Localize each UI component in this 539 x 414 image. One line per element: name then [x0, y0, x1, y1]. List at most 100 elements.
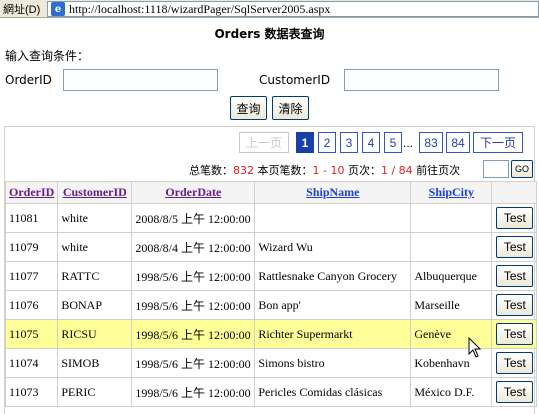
cell-customerid: SIMOB: [57, 348, 133, 378]
clear-button[interactable]: 清除: [272, 96, 309, 120]
sort-link-shipcity[interactable]: ShipCity: [429, 185, 474, 199]
cell-customerid: white: [57, 232, 133, 262]
column-header-orderid[interactable]: OrderID: [4, 181, 59, 204]
pager-page-4[interactable]: 4: [362, 132, 380, 153]
page-value: 1 / 84: [380, 164, 413, 177]
address-url[interactable]: http://localhost:1118/wizardPager/SqlSer…: [69, 2, 330, 17]
pager-prev[interactable]: 上一页: [239, 132, 289, 153]
column-header-shipcity[interactable]: ShipCity: [410, 181, 493, 204]
page-title: Orders 数据表查询: [214, 27, 325, 41]
order-id-input[interactable]: [63, 69, 218, 91]
address-bar: 網址(D) e http://localhost:1118/wizardPage…: [0, 0, 539, 18]
cell-shipcity: Albuquerque: [410, 261, 493, 291]
column-header-shipname[interactable]: ShipName: [254, 181, 412, 204]
cell-shipname: Wizard Wu: [254, 232, 412, 262]
cell-orderdate: 1998/5/6 上午 12:00:00: [131, 261, 256, 291]
cell-shipcity: [410, 232, 493, 262]
customer-id-input[interactable]: [344, 69, 499, 91]
cell-customerid: RICSU: [57, 319, 133, 349]
goto-page-input[interactable]: [483, 160, 509, 178]
sort-link-shipname[interactable]: ShipName: [306, 185, 359, 199]
table-row[interactable]: 11079 white 2008/8/4 上午 12:00:00 Wizard Wu T…: [4, 232, 538, 262]
pager-page-1[interactable]: 1: [296, 132, 314, 153]
test-button[interactable]: Test: [496, 207, 534, 229]
query-button[interactable]: 查询: [230, 96, 267, 120]
table-row[interactable]: 11076 BONAP 1998/5/6 上午 12:00:00 Bon app' Ma…: [4, 290, 538, 320]
pager-page-83[interactable]: 83: [419, 132, 443, 153]
condition-label: 输入查询条件：: [5, 49, 90, 63]
cell-action: Test: [491, 261, 538, 291]
customer-id-label: CustomerID: [259, 73, 331, 87]
table-row[interactable]: 11081 white 2008/8/5 上午 12:00:00 Test: [4, 203, 538, 233]
mouse-cursor-icon: [468, 337, 482, 358]
table-row[interactable]: 11073 PERIC 1998/5/6 上午 12:00:00 Pericles C…: [4, 377, 538, 407]
sort-link-orderid[interactable]: OrderID: [9, 185, 54, 199]
test-button[interactable]: Test: [496, 265, 534, 287]
pager-page-5[interactable]: 5: [384, 132, 402, 153]
paging-info: 总笔数：832 本页笔数：1 - 10 页次：1 / 84 前往页次: [189, 162, 460, 178]
sort-link-customerid[interactable]: CustomerID: [63, 185, 127, 199]
column-header-orderdate[interactable]: OrderDate: [131, 181, 256, 204]
order-id-label: OrderID: [5, 73, 52, 87]
total-count: 832: [233, 164, 254, 177]
cell-action: Test: [491, 377, 538, 407]
address-field[interactable]: e http://localhost:1118/wizardPager/SqlS…: [47, 1, 539, 17]
cell-customerid: white: [57, 203, 133, 233]
cell-shipcity: [410, 203, 493, 233]
table-row[interactable]: 11075 RICSU 1998/5/6 上午 12:00:00 Richter Su…: [4, 319, 538, 349]
cell-shipname: Bon app': [254, 290, 412, 320]
cell-action: Test: [491, 232, 538, 262]
test-button[interactable]: Test: [496, 294, 534, 316]
cell-orderid: 11074: [4, 348, 59, 378]
pager-page-84[interactable]: 84: [446, 132, 470, 153]
cell-customerid: PERIC: [57, 377, 133, 407]
orders-table: OrderID CustomerID OrderDate ShipName Sh…: [4, 181, 538, 407]
cell-orderid: 11077: [4, 261, 59, 291]
pager-ellipsis: ...: [403, 135, 414, 150]
table-body: 11081 white 2008/8/5 上午 12:00:00 Test 11079 w…: [4, 203, 538, 407]
column-header-action: [491, 181, 538, 204]
pager-page-2[interactable]: 2: [318, 132, 336, 153]
sort-link-orderdate[interactable]: OrderDate: [165, 185, 221, 199]
range-value: 1 - 10: [312, 164, 345, 177]
cell-orderdate: 1998/5/6 上午 12:00:00: [131, 348, 256, 378]
cell-orderdate: 1998/5/6 上午 12:00:00: [131, 377, 256, 407]
cell-action: Test: [491, 203, 538, 233]
table-row[interactable]: 11077 RATTC 1998/5/6 上午 12:00:00 Rattlesnak…: [4, 261, 538, 291]
test-button[interactable]: Test: [496, 323, 534, 345]
cell-action: Test: [491, 290, 538, 320]
cell-shipname: [254, 203, 412, 233]
go-button[interactable]: GO: [511, 160, 533, 178]
cell-orderdate: 2008/8/5 上午 12:00:00: [131, 203, 256, 233]
cell-shipcity: México D.F.: [410, 377, 493, 407]
cell-orderid: 11076: [4, 290, 59, 320]
cell-orderid: 11079: [4, 232, 59, 262]
cell-orderdate: 2008/8/4 上午 12:00:00: [131, 232, 256, 262]
test-button[interactable]: Test: [496, 352, 534, 374]
goto-label: 前往页次: [416, 164, 461, 177]
cell-shipname: Simons bistro: [254, 348, 412, 378]
cell-action: Test: [491, 348, 538, 378]
cell-shipname: Pericles Comidas clásicas: [254, 377, 412, 407]
cell-customerid: BONAP: [57, 290, 133, 320]
range-label: 本页笔数：: [257, 164, 313, 177]
ie-page-icon: e: [51, 2, 65, 16]
test-button[interactable]: Test: [496, 381, 534, 403]
cell-orderid: 11073: [4, 377, 59, 407]
cell-customerid: RATTC: [57, 261, 133, 291]
pager-next[interactable]: 下一页: [473, 132, 523, 153]
pager-page-3[interactable]: 3: [340, 132, 358, 153]
test-button[interactable]: Test: [496, 236, 534, 258]
cell-orderdate: 1998/5/6 上午 12:00:00: [131, 290, 256, 320]
table-header-row: OrderID CustomerID OrderDate ShipName Sh…: [4, 181, 538, 204]
address-label: 網址(D): [3, 3, 41, 16]
table-row[interactable]: 11074 SIMOB 1998/5/6 上午 12:00:00 Simons bis…: [4, 348, 538, 378]
cell-orderdate: 1998/5/6 上午 12:00:00: [131, 319, 256, 349]
cell-orderid: 11075: [4, 319, 59, 349]
page-label: 页次：: [347, 164, 381, 177]
cell-shipname: Richter Supermarkt: [254, 319, 412, 349]
cell-action: Test: [491, 319, 538, 349]
column-header-customerid[interactable]: CustomerID: [57, 181, 133, 204]
cell-shipname: Rattlesnake Canyon Grocery: [254, 261, 412, 291]
total-label: 总笔数：: [189, 164, 233, 177]
